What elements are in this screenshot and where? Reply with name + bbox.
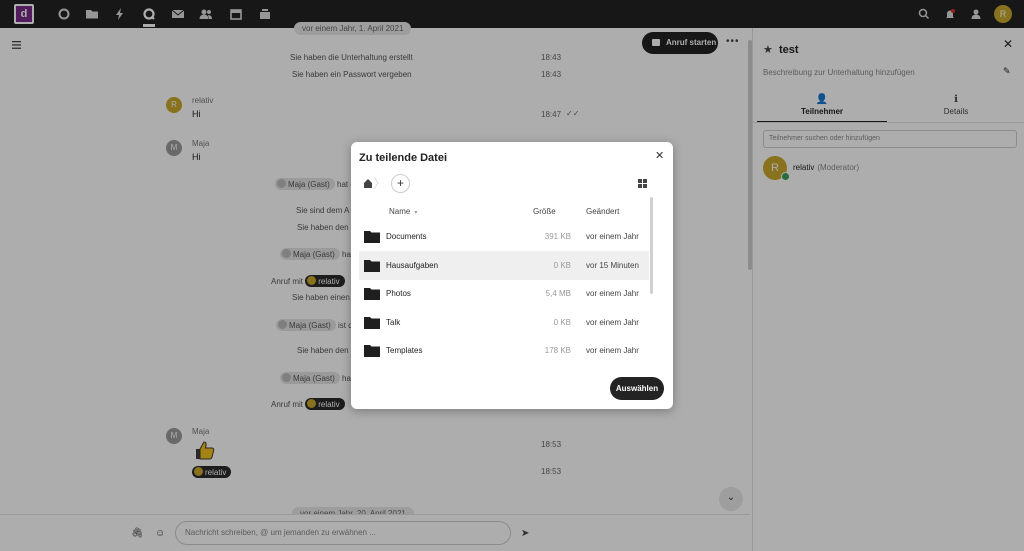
folder-icon xyxy=(364,288,380,300)
file-row[interactable]: Templates 178 KB vor einem Jahr xyxy=(359,336,649,365)
file-row[interactable]: Photos 5,4 MB vor einem Jahr xyxy=(359,279,649,308)
file-row[interactable]: Documents 391 KB vor einem Jahr xyxy=(359,222,649,251)
sort-indicator-icon: ▾ xyxy=(414,210,418,216)
file-list-scrollbar[interactable] xyxy=(650,197,653,294)
file-row[interactable]: Talk 0 KB vor einem Jahr xyxy=(359,308,649,337)
new-folder-button[interactable]: + xyxy=(391,174,410,193)
home-breadcrumb-icon[interactable] xyxy=(361,175,381,191)
folder-icon xyxy=(364,317,380,329)
column-header-name[interactable]: Name ▾ xyxy=(389,207,417,216)
column-header-size[interactable]: Größe xyxy=(533,207,556,216)
folder-icon xyxy=(364,231,380,243)
file-picker-dialog: Zu teilende Datei ✕ + Name ▾ Größe Geände… xyxy=(351,142,673,409)
dialog-title: Zu teilende Datei xyxy=(359,152,448,164)
select-button[interactable]: Auswählen xyxy=(610,377,664,400)
folder-icon xyxy=(364,260,380,272)
grid-view-icon[interactable] xyxy=(638,179,647,188)
file-row-selected[interactable]: Hausaufgaben 0 KB vor 15 Minuten xyxy=(359,251,649,280)
close-dialog-icon[interactable]: ✕ xyxy=(655,149,664,162)
folder-icon xyxy=(364,345,380,357)
column-header-modified[interactable]: Geändert xyxy=(586,207,619,216)
